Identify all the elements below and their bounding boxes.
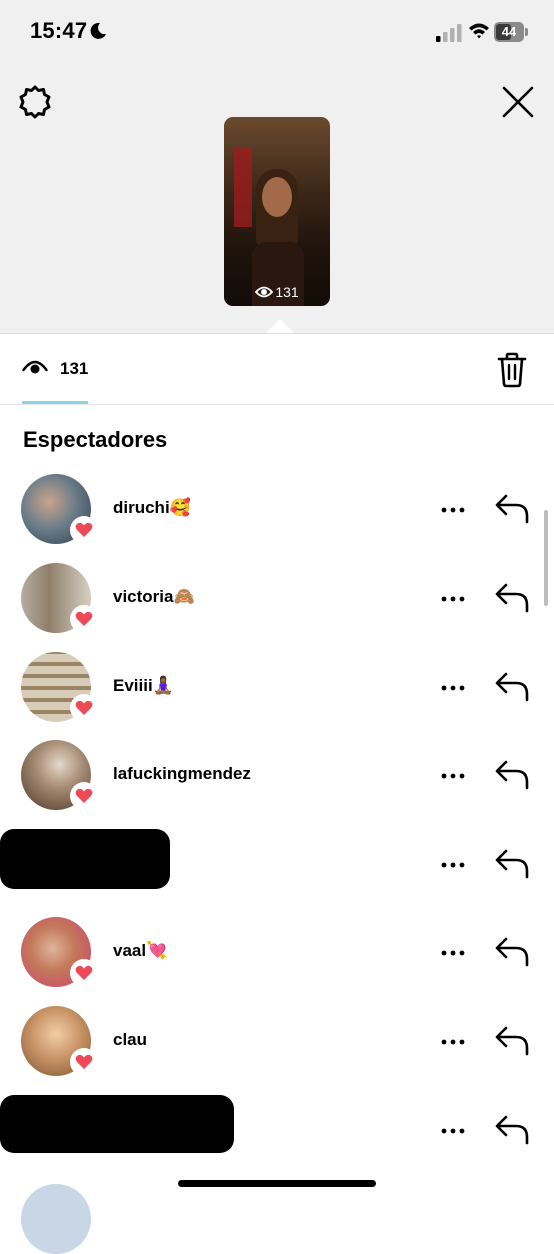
- viewer-row[interactable]: Eviiii🧘🏾‍♀️: [0, 652, 554, 740]
- more-icon[interactable]: [440, 589, 466, 609]
- status-bar: 15:47 44: [0, 0, 554, 64]
- username[interactable]: lafuckingmendez: [113, 764, 251, 784]
- story-preview-header: 15:47 44 131: [0, 0, 554, 334]
- username[interactable]: clau: [113, 1030, 147, 1050]
- more-icon[interactable]: [440, 943, 466, 963]
- eye-icon: [255, 285, 274, 302]
- reply-icon[interactable]: [494, 758, 530, 792]
- close-icon[interactable]: [500, 84, 536, 120]
- username[interactable]: victoria🙈: [113, 587, 195, 607]
- username[interactable]: diruchi🥰: [113, 498, 191, 518]
- selected-story-pointer: [266, 319, 294, 333]
- reply-icon[interactable]: [494, 1113, 530, 1147]
- reply-icon[interactable]: [494, 1024, 530, 1058]
- viewer-row[interactable]: [0, 1095, 554, 1183]
- reply-icon[interactable]: [494, 670, 530, 704]
- redaction-mark: [0, 829, 170, 889]
- viewer-row[interactable]: [0, 829, 554, 917]
- viewer-row[interactable]: vaal💘: [0, 917, 554, 1005]
- viewer-row[interactable]: victoria🙈: [0, 563, 554, 651]
- story-view-count: 131: [275, 284, 299, 301]
- more-icon[interactable]: [440, 500, 466, 520]
- redaction-mark: [0, 1095, 234, 1153]
- view-count[interactable]: 131: [60, 359, 88, 379]
- story-view-counter: 131: [224, 284, 330, 302]
- trash-icon[interactable]: [496, 352, 528, 388]
- more-icon[interactable]: [440, 1032, 466, 1052]
- moon-icon: [89, 22, 107, 45]
- avatar[interactable]: [21, 1184, 91, 1254]
- more-icon[interactable]: [440, 855, 466, 875]
- story-thumbnail[interactable]: 131: [224, 117, 330, 306]
- eye-icon[interactable]: [22, 358, 48, 383]
- more-icon[interactable]: [440, 678, 466, 698]
- viewer-row[interactable]: diruchi🥰: [0, 474, 554, 562]
- username[interactable]: Eviiii🧘🏾‍♀️: [113, 676, 174, 696]
- heart-icon: [70, 516, 98, 544]
- reply-icon[interactable]: [494, 581, 530, 615]
- battery-level: 44: [501, 24, 517, 39]
- status-time: 15:47: [30, 18, 88, 43]
- heart-icon: [70, 1048, 98, 1076]
- heart-icon: [70, 782, 98, 810]
- reply-icon[interactable]: [494, 492, 530, 526]
- gear-icon[interactable]: [17, 84, 53, 120]
- reply-icon[interactable]: [494, 935, 530, 969]
- wifi-icon: [468, 22, 490, 45]
- scrollbar[interactable]: [544, 510, 548, 606]
- reply-icon[interactable]: [494, 847, 530, 881]
- more-icon[interactable]: [440, 766, 466, 786]
- stats-bar: 131: [0, 334, 554, 405]
- signal-icon: [436, 24, 462, 47]
- viewer-row[interactable]: clau: [0, 1006, 554, 1094]
- heart-icon: [70, 959, 98, 987]
- viewer-row[interactable]: lafuckingmendez: [0, 740, 554, 828]
- active-tab-indicator: [22, 401, 88, 404]
- heart-icon: [70, 605, 98, 633]
- username[interactable]: vaal💘: [113, 941, 167, 961]
- home-indicator[interactable]: [178, 1180, 376, 1187]
- section-title: Espectadores: [23, 427, 168, 452]
- more-icon[interactable]: [440, 1121, 466, 1141]
- battery-icon: 44: [494, 22, 530, 42]
- heart-icon: [70, 694, 98, 722]
